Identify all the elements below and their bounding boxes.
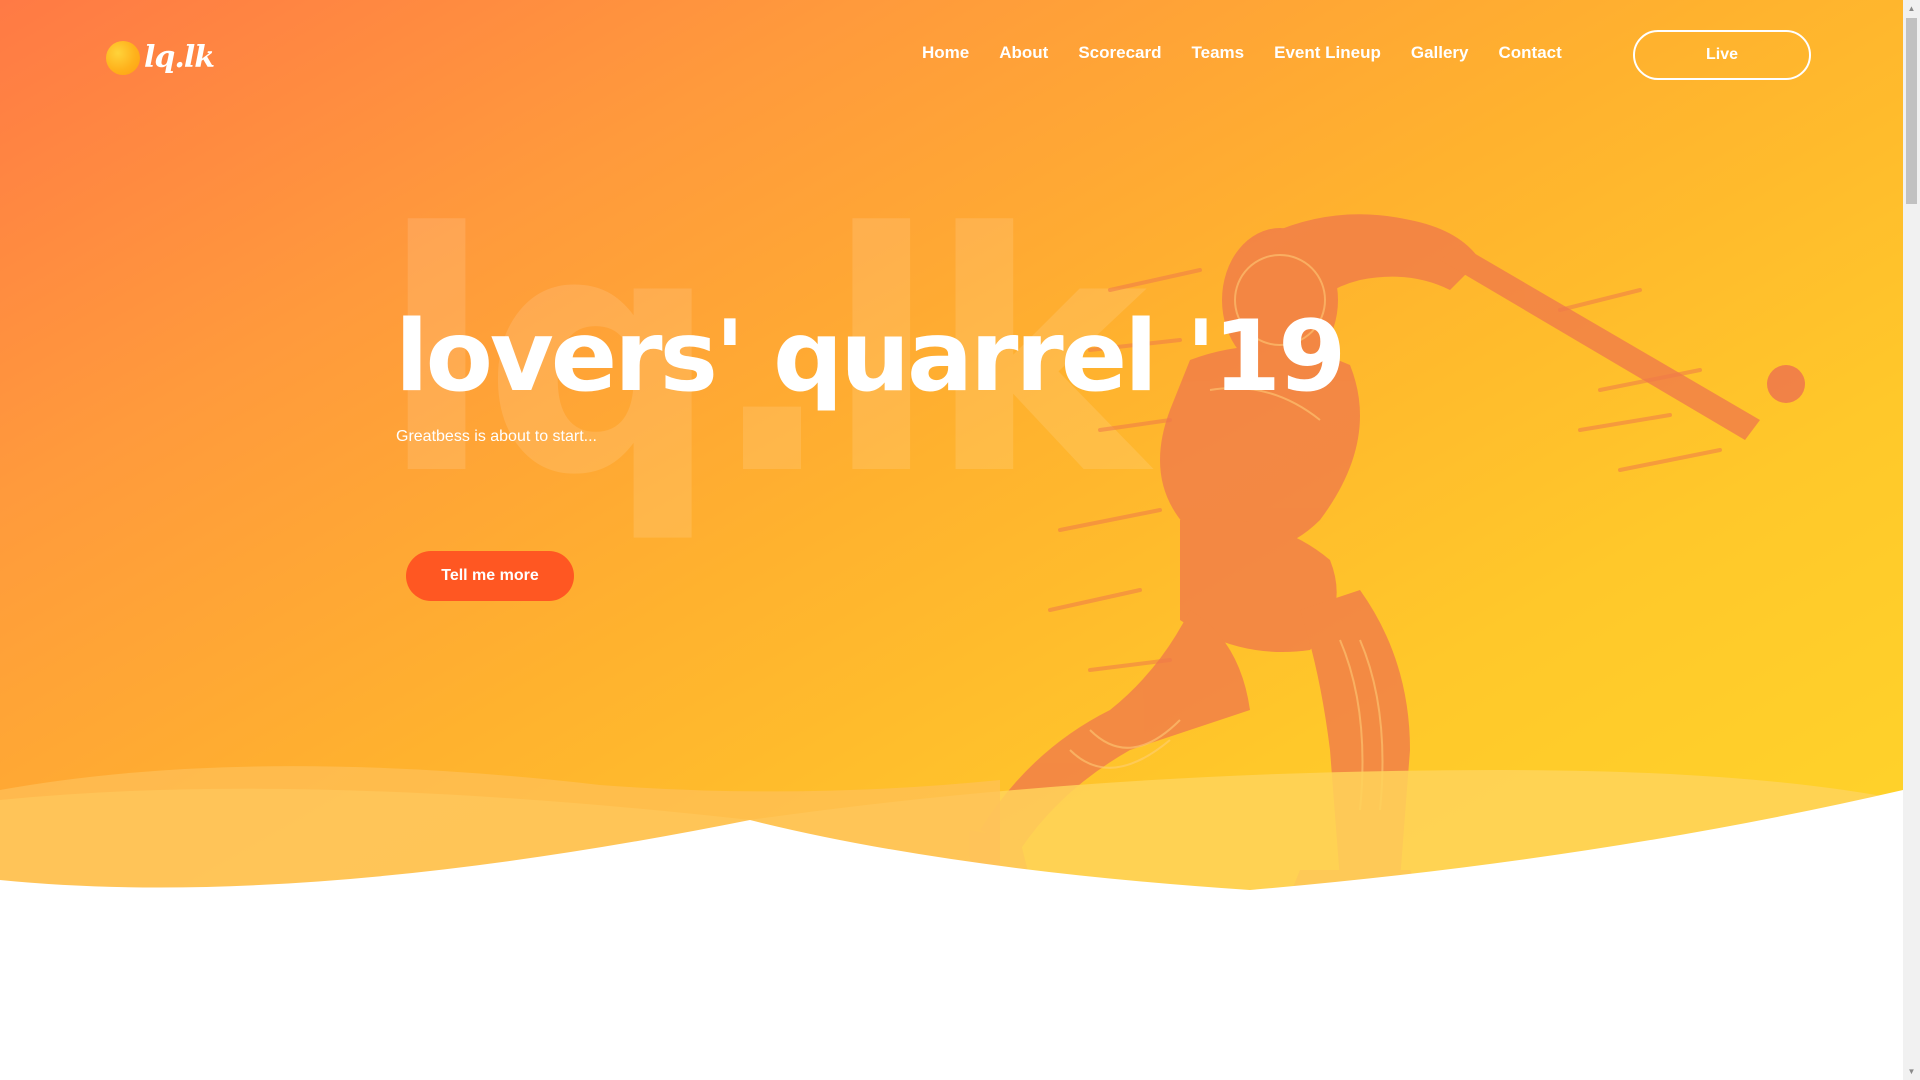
logo-sun-icon <box>106 40 140 75</box>
main-menu: Home About Scorecard Teams Event Lineup … <box>922 43 1592 63</box>
nav-contact[interactable]: Contact <box>1499 43 1562 63</box>
scroll-thumb[interactable] <box>1906 18 1917 204</box>
hero-subtitle: Greatbess is about to start... <box>396 428 597 445</box>
tell-me-more-button[interactable]: Tell me more <box>406 551 574 601</box>
nav-teams[interactable]: Teams <box>1192 43 1245 63</box>
hero-section: lq.lk <box>0 0 1903 900</box>
nav-scorecard[interactable]: Scorecard <box>1078 43 1161 63</box>
scroll-down-icon[interactable]: ▼ <box>1903 1063 1920 1080</box>
hero-waves <box>0 766 1903 900</box>
nav-event-lineup[interactable]: Event Lineup <box>1274 43 1381 63</box>
top-navigation: lq.lk Home About Scorecard Teams Event L… <box>0 0 1903 110</box>
brand-logo[interactable]: lq.lk <box>106 40 215 75</box>
scroll-up-icon[interactable]: ▲ <box>1903 0 1920 17</box>
nav-home[interactable]: Home <box>922 43 969 63</box>
logo-text: lq.lk <box>144 40 215 75</box>
page-scrollbar[interactable]: ▲ ▼ <box>1903 0 1920 1080</box>
nav-gallery[interactable]: Gallery <box>1411 43 1469 63</box>
hero-title: lovers' quarrel '19 <box>395 300 1346 414</box>
nav-about[interactable]: About <box>999 43 1048 63</box>
live-button[interactable]: Live <box>1633 30 1811 80</box>
